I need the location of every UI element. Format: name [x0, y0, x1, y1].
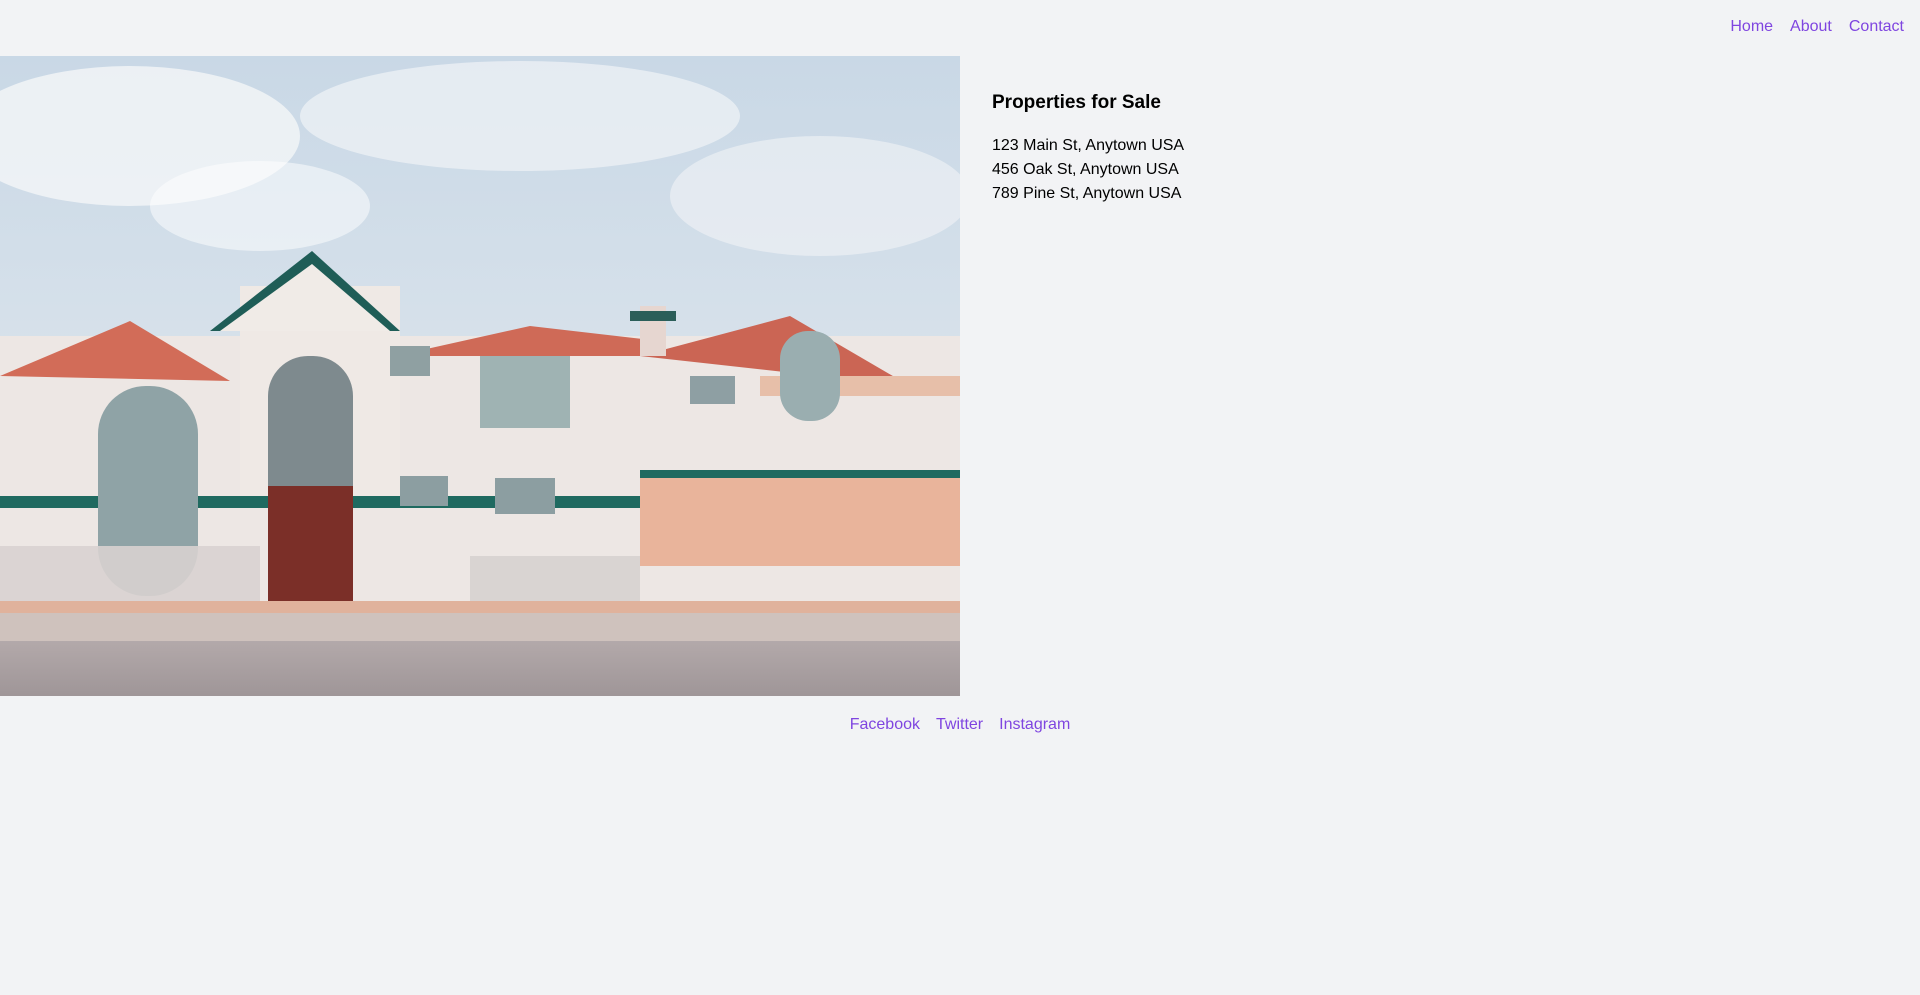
house-image	[0, 56, 960, 696]
social-footer: Facebook Twitter Instagram	[0, 716, 1920, 734]
top-navigation: Home About Contact	[1730, 18, 1904, 36]
house-illustration	[0, 56, 960, 696]
property-item: 789 Pine St, Anytown USA	[992, 185, 1182, 202]
property-item: 123 Main St, Anytown USA	[992, 137, 1185, 154]
instagram-link[interactable]: Instagram	[999, 716, 1070, 734]
properties-listing: Properties for Sale 123 Main St, Anytown…	[992, 92, 1592, 206]
twitter-link[interactable]: Twitter	[936, 716, 983, 734]
nav-contact-link[interactable]: Contact	[1849, 18, 1904, 36]
facebook-link[interactable]: Facebook	[850, 716, 920, 734]
nav-home-link[interactable]: Home	[1730, 18, 1773, 36]
listing-title: Properties for Sale	[992, 92, 1161, 113]
property-item: 456 Oak St, Anytown USA	[992, 161, 1179, 178]
property-list: 123 Main St, Anytown USA 456 Oak St, Any…	[992, 134, 1592, 206]
nav-about-link[interactable]: About	[1790, 18, 1832, 36]
